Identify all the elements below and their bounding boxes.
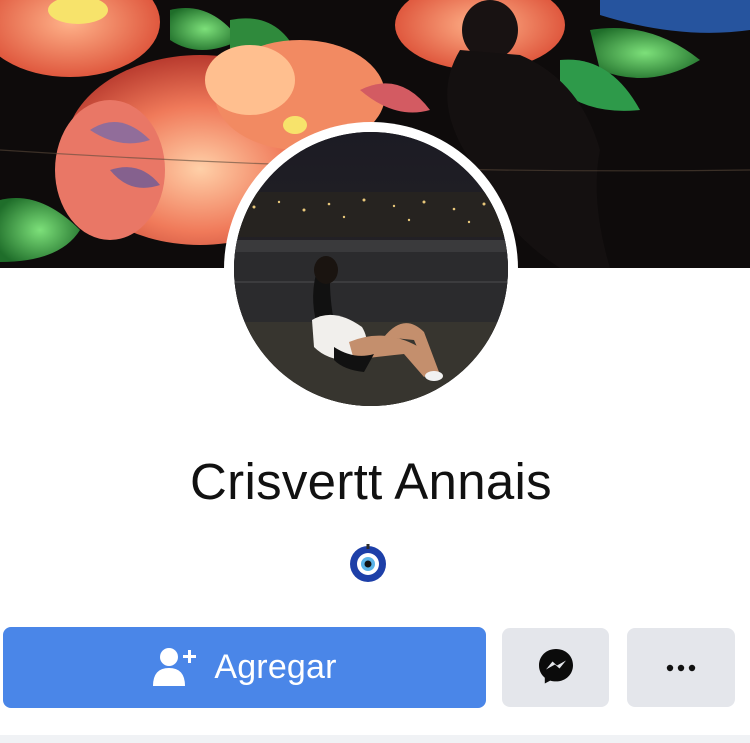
profile-name: Crisvertt Annais xyxy=(190,453,552,510)
section-divider xyxy=(0,735,750,743)
messenger-icon xyxy=(537,647,575,688)
messenger-button[interactable] xyxy=(502,628,609,707)
profile-avatar[interactable] xyxy=(234,132,508,406)
add-friend-label: Agregar xyxy=(214,648,337,686)
nazar-eye-icon xyxy=(348,543,388,583)
more-options-icon xyxy=(666,660,696,675)
more-options-button[interactable] xyxy=(627,628,735,707)
add-friend-icon xyxy=(152,646,200,688)
add-friend-button[interactable]: Agregar xyxy=(3,627,486,708)
avatar-image xyxy=(234,132,508,406)
